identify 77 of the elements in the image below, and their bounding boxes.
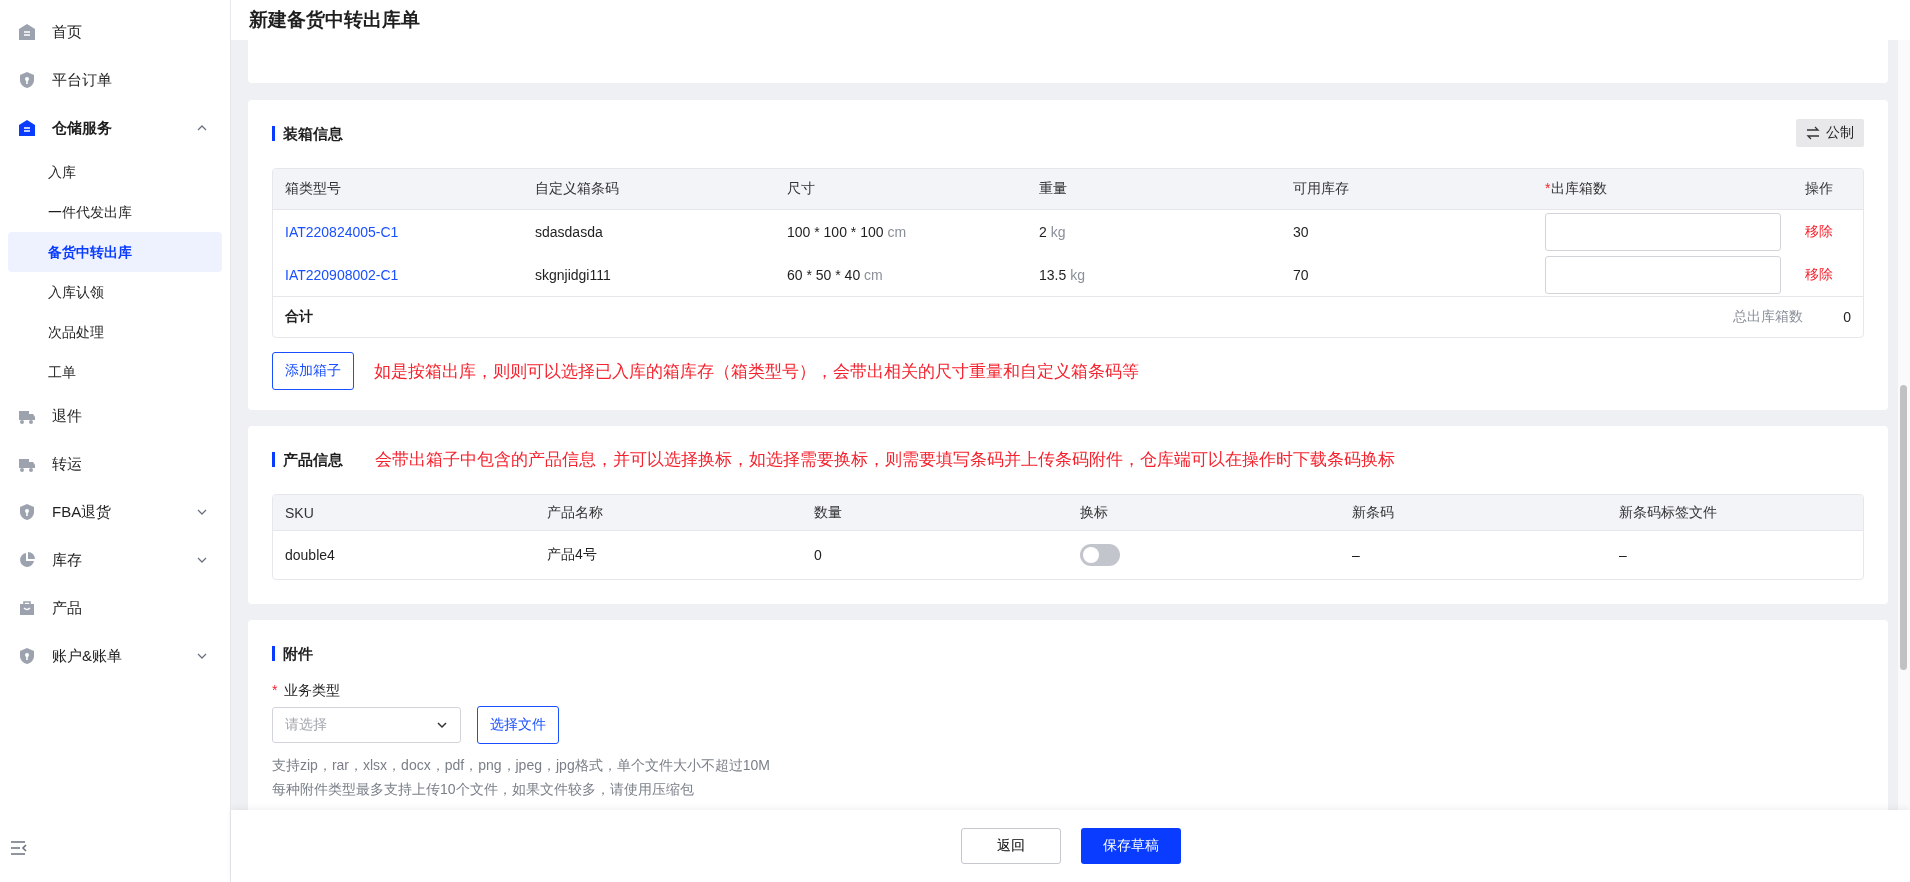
menu-collapse-icon[interactable] — [10, 840, 28, 856]
sidebar-item[interactable]: 仓储服务 — [8, 104, 222, 152]
warehouse-icon — [18, 119, 36, 137]
table-cell-text: 30 — [1292, 223, 1310, 240]
sidebar-item[interactable]: 库存 — [8, 536, 222, 584]
section-title: 产品信息 — [272, 451, 343, 467]
section-title: 附件 — [272, 645, 313, 661]
relabel-switch[interactable] — [1080, 544, 1120, 566]
box-type-link[interactable]: IAT220908002-C1 — [273, 266, 523, 283]
column-header: 重量 — [1038, 180, 1068, 198]
shield-icon — [18, 71, 36, 89]
shield-icon — [18, 503, 36, 521]
sidebar-subitem[interactable]: 工单 — [8, 352, 222, 392]
total-boxes-value: 0 — [1843, 309, 1851, 325]
column-header: 新条码标签文件 — [1618, 503, 1718, 522]
sidebar-item[interactable]: 首页 — [8, 8, 222, 56]
sidebar-subitem[interactable]: 入库 — [8, 152, 222, 192]
table-cell-text: 70 — [1292, 266, 1310, 283]
shield-icon — [18, 647, 36, 665]
sidebar-subitem[interactable]: 入库认领 — [8, 272, 222, 312]
save-draft-button[interactable]: 保存草稿 — [1080, 828, 1181, 864]
table-cell-text: – — [1351, 547, 1361, 563]
annotation-note: 如是按箱出库，则则可以选择已入库的箱库存（箱类型号），会带出相关的尺寸重量和自定义箱条码等 — [374, 360, 1139, 383]
table-cell-text: 产品4号 — [546, 546, 598, 564]
column-header: 换标 — [1079, 503, 1109, 522]
field-label: 业务类型 — [284, 682, 341, 700]
back-button[interactable]: 返回 — [960, 828, 1061, 864]
table-cell-text: 2 kg — [1038, 223, 1067, 240]
total-label: 合计 — [284, 308, 314, 326]
sidebar-item[interactable]: 产品 — [8, 584, 222, 632]
column-header: *出库箱数 — [1544, 180, 1609, 198]
table-cell-text: 13.5 kg — [1038, 266, 1086, 283]
choose-file-button[interactable]: 选择文件 — [477, 706, 559, 744]
remove-link[interactable]: 移除 — [1805, 222, 1833, 239]
column-header: 数量 — [813, 503, 843, 522]
house-icon — [18, 23, 36, 41]
table-cell-text: skgnjidgi111 — [534, 266, 612, 283]
table-cell-text: – — [1618, 547, 1628, 563]
table-cell-text: double4 — [284, 547, 336, 563]
swap-icon — [1806, 126, 1820, 140]
sidebar-item[interactable]: 账户&账单 — [8, 632, 222, 680]
table-cell-text: sdasdasda — [534, 223, 604, 240]
annotation-note: 会带出箱子中包含的产品信息，并可以选择换标，如选择需要换标，则需要填写条码并上传条码附件，仓库端可以在操作时下载条码换标 — [375, 448, 1395, 471]
bag-icon — [18, 599, 36, 617]
table-cell-text: 60 * 50 * 40 cm — [786, 266, 884, 283]
column-header: SKU — [284, 504, 315, 521]
hint-text: 每种附件类型最多支持上传10个文件，如果文件较多，请使用压缩包 — [272, 780, 695, 798]
scrollbar-thumb[interactable] — [1900, 385, 1907, 670]
column-header: 产品名称 — [546, 503, 604, 522]
column-header: 操作 — [1804, 180, 1834, 198]
column-header: 自定义箱条码 — [534, 180, 620, 198]
column-header: 新条码 — [1351, 503, 1395, 522]
total-boxes-label: 总出库箱数 — [1733, 308, 1804, 326]
box-type-link[interactable]: IAT220824005-C1 — [273, 223, 523, 240]
add-box-button[interactable]: 添加箱子 — [272, 352, 354, 390]
sidebar-item[interactable]: 退件 — [8, 392, 222, 440]
hint-text: 支持zip，rar，xlsx，docx，pdf，png，jpeg，jpg格式，单个文件大小不超过10M — [272, 756, 771, 774]
page-title: 新建备货中转出库单 — [249, 8, 420, 32]
chevron-down-icon — [436, 719, 448, 731]
table-cell-text: 100 * 100 * 100 cm — [786, 223, 908, 240]
sidebar-item[interactable]: FBA退货 — [8, 488, 222, 536]
required-mark: * — [272, 682, 278, 700]
column-header: 尺寸 — [786, 180, 816, 198]
column-header: 可用库存 — [1292, 180, 1350, 198]
pie-chart-icon — [18, 551, 36, 569]
section-title: 装箱信息 — [272, 125, 343, 141]
sidebar-subitem[interactable]: 一件代发出库 — [8, 192, 222, 232]
sidebar-item[interactable]: 转运 — [8, 440, 222, 488]
sidebar-item[interactable]: 平台订单 — [8, 56, 222, 104]
quantity-input[interactable] — [1545, 255, 1781, 294]
quantity-input[interactable] — [1545, 212, 1781, 251]
column-header: 箱类型号 — [284, 180, 342, 198]
remove-link[interactable]: 移除 — [1805, 265, 1833, 282]
table-cell-text: 0 — [813, 547, 823, 563]
unit-toggle-button[interactable]: 公制 — [1796, 119, 1864, 147]
sidebar-subitem[interactable]: 备货中转出库 — [8, 232, 222, 272]
sidebar-subitem[interactable]: 次品处理 — [8, 312, 222, 352]
